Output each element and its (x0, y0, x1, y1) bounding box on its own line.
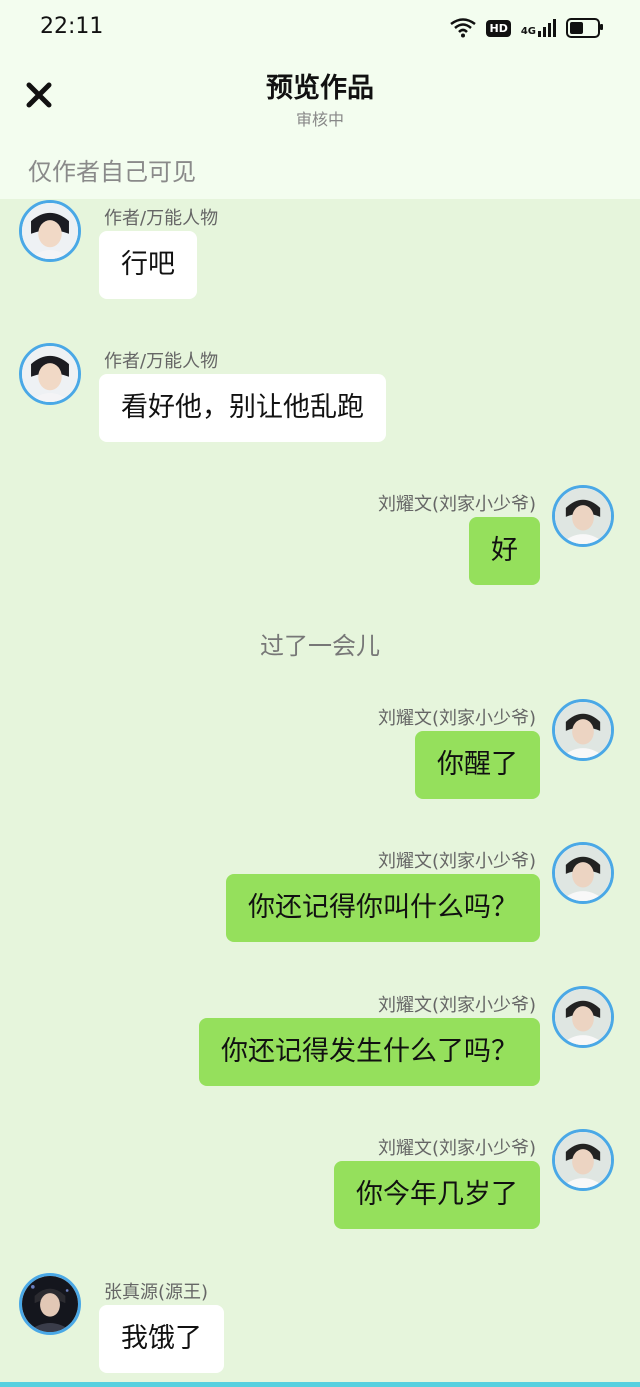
avatar[interactable] (552, 842, 614, 904)
sender-name: 刘耀文(刘家小少爷) (377, 708, 536, 729)
message-bubble[interactable]: 你还记得你叫什么吗？ (226, 874, 540, 942)
avatar[interactable] (19, 343, 81, 405)
message-bubble[interactable]: 看好他，别让他乱跑 (99, 374, 386, 442)
avatar-image (22, 203, 78, 259)
avatar-image (555, 1132, 611, 1188)
sender-name: 作者/万能人物 (104, 351, 219, 372)
status-icons: HD 4G (450, 14, 603, 42)
message-bubble[interactable]: 你还记得发生什么了吗？ (199, 1018, 540, 1086)
avatar[interactable] (552, 1129, 614, 1191)
avatar-image (22, 346, 78, 402)
page-title: 预览作品 (266, 73, 374, 104)
review-status: 审核中 (295, 110, 344, 129)
avatar[interactable] (19, 200, 81, 262)
bottom-indicator (0, 1382, 640, 1387)
status-bar: 22:11 HD 4G (0, 0, 640, 56)
avatar-image (555, 845, 611, 901)
wifi-icon (450, 18, 477, 38)
preview-header: 预览作品 审核中 仅作者自己可见 (0, 56, 640, 199)
avatar-image (555, 488, 611, 544)
avatar[interactable] (19, 1273, 81, 1335)
sender-name: 刘耀文(刘家小少爷) (377, 494, 536, 515)
sender-name: 刘耀文(刘家小少爷) (377, 851, 536, 872)
avatar-image (555, 702, 611, 758)
cellular-icon: 4G (521, 19, 556, 37)
message-bubble[interactable]: 你今年几岁了 (334, 1161, 540, 1229)
avatar[interactable] (552, 699, 614, 761)
time-divider: 过了一会儿 (260, 632, 380, 660)
message-bubble[interactable]: 我饿了 (99, 1305, 224, 1373)
sender-name: 刘耀文(刘家小少爷) (377, 1138, 536, 1159)
visibility-note: 仅作者自己可见 (28, 158, 196, 186)
network-type: 4G (520, 26, 536, 37)
chat-area[interactable]: 作者/万能人物 行吧 作者/万能人物 看好他，别让他乱跑 刘耀文(刘家小少爷) … (0, 199, 640, 1382)
avatar-image (22, 1276, 78, 1332)
message-bubble[interactable]: 好 (469, 517, 540, 585)
message-bubble[interactable]: 行吧 (99, 231, 197, 299)
avatar[interactable] (552, 485, 614, 547)
hd-badge: HD (486, 19, 511, 37)
avatar-image (555, 989, 611, 1045)
battery-icon (566, 18, 603, 38)
sender-name: 刘耀文(刘家小少爷) (377, 995, 536, 1016)
avatar[interactable] (552, 986, 614, 1048)
sender-name: 张真源(源王) (104, 1282, 209, 1303)
message-bubble[interactable]: 你醒了 (415, 731, 540, 799)
sender-name: 作者/万能人物 (104, 208, 219, 229)
clock: 22:11 (40, 14, 104, 39)
